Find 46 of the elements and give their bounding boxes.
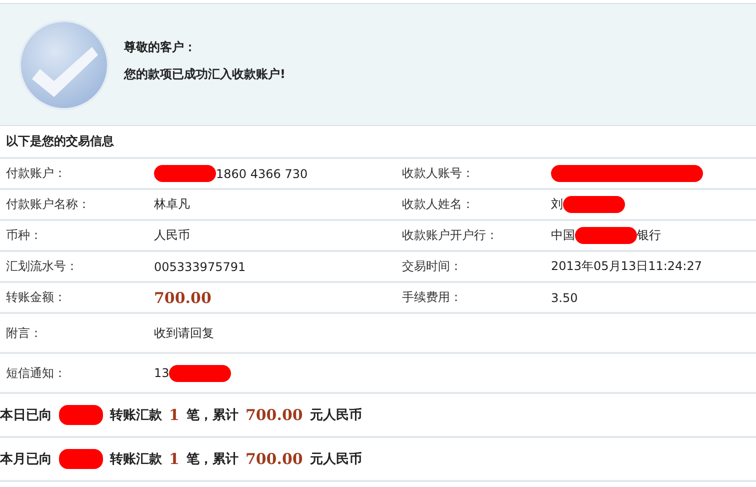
- field-value: 人民币: [154, 227, 190, 244]
- field-label: 收款人账号：: [402, 166, 474, 180]
- summary-text: 转账汇款: [110, 407, 162, 424]
- redaction-mark: [563, 196, 625, 213]
- summary-number: 1: [169, 450, 180, 468]
- field-label: 收款账户开户行：: [402, 228, 498, 242]
- summary-text: 笔，累计: [186, 407, 238, 424]
- summary-text: 元人民币: [310, 450, 362, 468]
- field-value: 2013年05月13日11:24:27: [551, 258, 702, 275]
- summary-number: 700.00: [245, 450, 303, 468]
- redaction-mark: [59, 405, 103, 425]
- field-value: 中国: [551, 227, 575, 244]
- field-label: 币种：: [6, 228, 42, 242]
- field-value: 005333975791: [154, 260, 246, 274]
- field-value: 收到请回复: [154, 324, 214, 342]
- check-icon: [18, 18, 110, 110]
- field-label: 转账金额：: [6, 290, 66, 304]
- summary-text: 元人民币: [310, 406, 362, 424]
- field-value: 3.50: [551, 290, 578, 304]
- greeting-text: 尊敬的客户：: [124, 38, 197, 56]
- summary-number: 1: [169, 406, 180, 424]
- success-message: 您的款项已成功汇入收款账户!: [124, 66, 286, 82]
- field-label: 手续费用：: [402, 290, 462, 304]
- field-label: 收款人姓名：: [402, 197, 474, 211]
- field-label: 附言：: [6, 326, 42, 340]
- redaction-mark: [154, 165, 216, 182]
- field-label: 汇划流水号：: [6, 259, 78, 273]
- summary-text: 笔，累计: [186, 451, 238, 468]
- summary-text: 本日已向: [0, 407, 52, 424]
- redaction-mark: [59, 449, 103, 469]
- field-label: 付款账户名称：: [6, 197, 90, 211]
- field-value: 银行: [637, 227, 661, 244]
- amount-value: 700.00: [154, 288, 212, 306]
- field-label: 短信通知：: [6, 366, 66, 380]
- field-value: 13: [154, 366, 170, 380]
- field-value: 林卓凡: [154, 196, 190, 213]
- section-title: 以下是您的交易信息: [6, 133, 114, 150]
- summary-text: 本月已向: [0, 451, 52, 468]
- redaction-mark: [169, 364, 232, 382]
- summary-text: 转账汇款: [110, 451, 162, 468]
- summary-number: 700.00: [245, 406, 303, 424]
- field-value: 刘: [551, 196, 563, 213]
- redaction-mark: [575, 227, 637, 244]
- field-label: 付款账户：: [6, 166, 66, 180]
- field-value: 1860 4366 730: [216, 166, 308, 180]
- field-label: 交易时间：: [402, 259, 462, 273]
